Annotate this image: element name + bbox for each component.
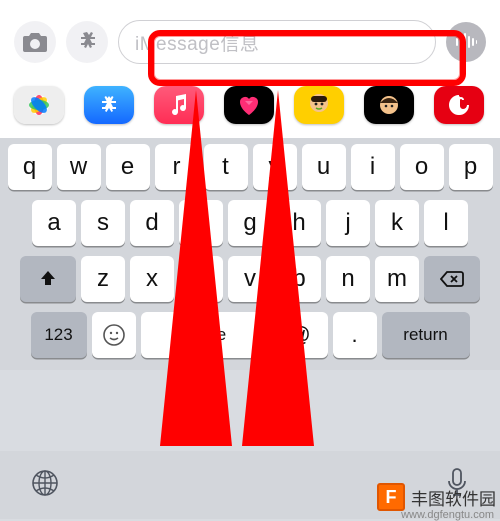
key-r[interactable]: r: [155, 144, 199, 190]
face-icon: [376, 92, 402, 118]
appstore-button[interactable]: [66, 21, 108, 63]
key-q[interactable]: q: [8, 144, 52, 190]
watermark-url: www.dgfengtu.com: [401, 509, 494, 521]
key-k[interactable]: k: [375, 200, 419, 246]
key-a[interactable]: a: [32, 200, 76, 246]
app-digital-touch[interactable]: [224, 86, 274, 124]
backspace-icon: [440, 270, 464, 288]
app-store[interactable]: [84, 86, 134, 124]
space-key[interactable]: space: [141, 312, 267, 358]
message-input[interactable]: iMessage信息: [118, 20, 436, 64]
audio-button[interactable]: [446, 22, 486, 62]
globe-button[interactable]: [30, 468, 60, 503]
key-s[interactable]: s: [81, 200, 125, 246]
key-i[interactable]: i: [351, 144, 395, 190]
dot-key[interactable]: .: [333, 312, 377, 358]
app-memoji-2[interactable]: [364, 86, 414, 124]
backspace-key[interactable]: [424, 256, 480, 302]
key-b[interactable]: b: [277, 256, 321, 302]
key-v[interactable]: v: [228, 256, 272, 302]
app-music[interactable]: [154, 86, 204, 124]
globe-icon: [30, 468, 60, 498]
photos-icon: [26, 92, 52, 118]
compose-bar: iMessage信息: [0, 0, 500, 82]
app-strip: [0, 82, 500, 138]
key-p[interactable]: p: [449, 144, 493, 190]
emoji-key[interactable]: [92, 312, 136, 358]
camera-button[interactable]: [14, 21, 56, 63]
watermark: F 丰图软件园: [377, 483, 496, 511]
key-j[interactable]: j: [326, 200, 370, 246]
key-c[interactable]: c: [179, 256, 223, 302]
key-w[interactable]: w: [57, 144, 101, 190]
message-placeholder: iMessage信息: [135, 29, 259, 56]
keyboard: q w e r t y u i o p a s d f g h j k l z …: [0, 138, 500, 370]
key-z[interactable]: z: [81, 256, 125, 302]
key-row-4: 123 space @ . return: [4, 312, 496, 358]
key-o[interactable]: o: [400, 144, 444, 190]
app-netease[interactable]: [434, 86, 484, 124]
emoji-icon: [102, 323, 126, 347]
music-icon: [169, 94, 189, 116]
key-d[interactable]: d: [130, 200, 174, 246]
shift-icon: [38, 269, 58, 289]
key-row-3: z x c v b n m: [4, 256, 496, 302]
store-icon: [98, 94, 120, 116]
key-l[interactable]: l: [424, 200, 468, 246]
waveform-icon: [455, 33, 477, 51]
key-f[interactable]: f: [179, 200, 223, 246]
shift-key[interactable]: [20, 256, 76, 302]
key-u[interactable]: u: [302, 144, 346, 190]
return-key[interactable]: return: [382, 312, 470, 358]
watermark-logo: F: [377, 483, 405, 511]
app-memoji[interactable]: [294, 86, 344, 124]
key-g[interactable]: g: [228, 200, 272, 246]
appstore-icon: [75, 30, 99, 54]
key-t[interactable]: t: [204, 144, 248, 190]
key-row-1: q w e r t y u i o p: [4, 144, 496, 190]
at-key[interactable]: @: [272, 312, 328, 358]
key-y[interactable]: y: [253, 144, 297, 190]
key-x[interactable]: x: [130, 256, 174, 302]
key-row-2: a s d f g h j k l: [4, 200, 496, 246]
key-h[interactable]: h: [277, 200, 321, 246]
memoji-icon: [305, 91, 333, 119]
watermark-brand: 丰图软件园: [411, 485, 496, 510]
key-n[interactable]: n: [326, 256, 370, 302]
key-m[interactable]: m: [375, 256, 419, 302]
key-e[interactable]: e: [106, 144, 150, 190]
heart-icon: [235, 93, 263, 117]
numbers-key[interactable]: 123: [31, 312, 87, 358]
camera-icon: [22, 31, 48, 53]
app-photos[interactable]: [14, 86, 64, 124]
netease-icon: [448, 94, 470, 116]
